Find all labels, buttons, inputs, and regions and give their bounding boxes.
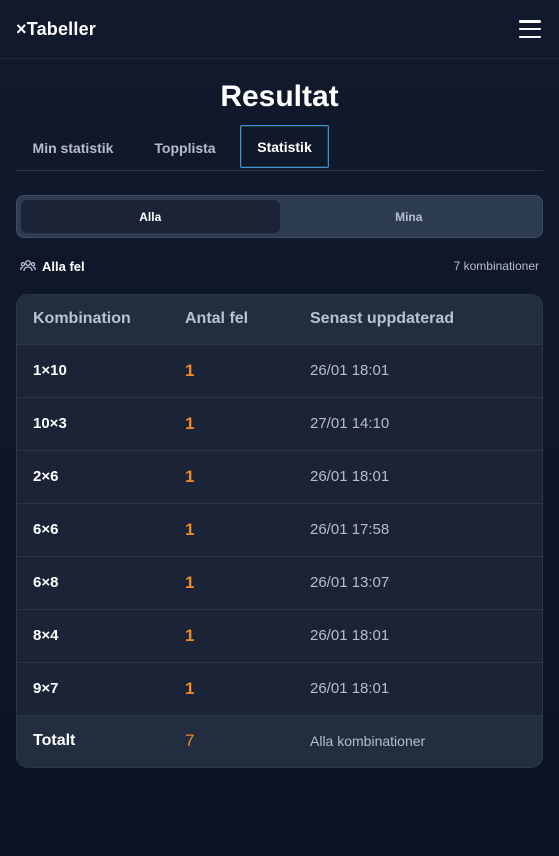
tab-topplista[interactable]: Topplista <box>130 125 240 170</box>
tab-min-statistik[interactable]: Min statistik <box>16 125 130 170</box>
table-row: 8×4 1 26/01 18:01 <box>17 609 542 663</box>
total-note: Alla kombinationer <box>310 715 542 767</box>
table-row: 2×6 1 26/01 18:01 <box>17 450 542 504</box>
column-header-senast-uppdaterad[interactable]: Senast uppdaterad <box>310 295 542 345</box>
cell-updated: 26/01 13:07 <box>310 556 542 610</box>
filter-row: Alla fel 7 kombinationer <box>20 256 539 276</box>
column-header-kombination[interactable]: Kombination <box>17 295 185 345</box>
cell-combination: 8×4 <box>17 609 185 663</box>
column-header-antal-fel[interactable]: Antal fel <box>185 295 310 345</box>
cell-combination: 9×7 <box>17 662 185 716</box>
filter-label: Alla fel <box>42 258 85 274</box>
cell-combination: 10×3 <box>17 397 185 451</box>
cell-errors: 1 <box>185 556 310 610</box>
cell-updated: 26/01 18:01 <box>310 344 542 398</box>
cell-errors: 1 <box>185 609 310 663</box>
top-bar: ×Tabeller <box>0 0 559 59</box>
cell-updated: 26/01 18:01 <box>310 450 542 504</box>
tab-statistik[interactable]: Statistik <box>240 125 329 168</box>
toggle-alla[interactable]: Alla <box>21 200 280 233</box>
table-row: 10×3 1 27/01 14:10 <box>17 397 542 451</box>
filter-label-group: Alla fel <box>20 259 85 274</box>
results-table-card: Kombination Antal fel Senast uppdaterad … <box>16 294 543 768</box>
table-row: 9×7 1 26/01 18:01 <box>17 662 542 716</box>
toggle-mina[interactable]: Mina <box>280 200 539 233</box>
scope-toggle: Alla Mina <box>16 195 543 238</box>
app-root: ×Tabeller Resultat Min statistik Topplis… <box>0 0 559 856</box>
users-icon <box>20 259 36 273</box>
total-label: Totalt <box>17 715 185 767</box>
table-row: 1×10 1 26/01 18:01 <box>17 344 542 398</box>
table-header-row: Kombination Antal fel Senast uppdaterad <box>17 295 542 345</box>
tab-bar: Min statistik Topplista Statistik <box>16 125 543 171</box>
table-row: 6×6 1 26/01 17:58 <box>17 503 542 557</box>
cell-errors: 1 <box>185 450 310 504</box>
cell-combination: 1×10 <box>17 344 185 398</box>
cell-errors: 1 <box>185 503 310 557</box>
cell-combination: 6×8 <box>17 556 185 610</box>
page-title: Resultat <box>220 80 339 113</box>
cell-errors: 1 <box>185 662 310 716</box>
combination-count: 7 kombinationer <box>453 259 539 273</box>
cell-updated: 26/01 18:01 <box>310 609 542 663</box>
cell-combination: 2×6 <box>17 450 185 504</box>
cell-updated: 27/01 14:10 <box>310 397 542 451</box>
cell-updated: 26/01 18:01 <box>310 662 542 716</box>
cell-errors: 1 <box>185 344 310 398</box>
results-table: Kombination Antal fel Senast uppdaterad … <box>17 295 542 767</box>
brand-logo[interactable]: ×Tabeller <box>16 19 96 40</box>
cell-combination: 6×6 <box>17 503 185 557</box>
total-errors: 7 <box>185 715 310 767</box>
cell-updated: 26/01 17:58 <box>310 503 542 557</box>
cell-errors: 1 <box>185 397 310 451</box>
table-total-row: Totalt 7 Alla kombinationer <box>17 715 542 767</box>
table-row: 6×8 1 26/01 13:07 <box>17 556 542 610</box>
hamburger-menu-icon[interactable] <box>519 20 541 38</box>
